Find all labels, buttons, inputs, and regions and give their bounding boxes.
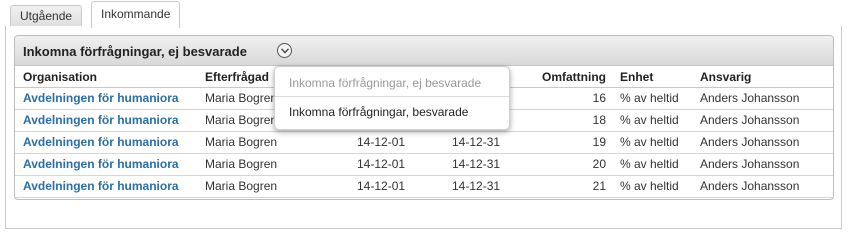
panel-header: Inkomna förfrågningar, ej besvarade [15, 36, 833, 66]
panel-title: Inkomna förfrågningar, ej besvarade [23, 44, 247, 59]
table-row[interactable]: Avdelningen för humaniora Maria Bogren 1… [15, 153, 833, 176]
start-date-cell: 14-12-01 [357, 131, 444, 154]
efterfragad-cell: Maria Bogren [197, 131, 357, 154]
ansvarig-cell: Anders Johansson [692, 153, 833, 176]
efterfragad-cell: Maria Bogren [197, 153, 357, 176]
ansvarig-cell: Anders Johansson [692, 175, 833, 198]
dropdown-option-answered[interactable]: Inkomna förfrågningar, besvarade [275, 98, 509, 126]
tab-utgaende[interactable]: Utgående [10, 5, 83, 27]
column-header-enhet[interactable]: Enhet [612, 67, 692, 88]
start-date-cell: 14-12-01 [357, 175, 444, 198]
ansvarig-cell: Anders Johansson [692, 109, 833, 132]
enhet-cell: % av heltid [612, 175, 692, 198]
omfattning-cell: 18 [532, 109, 612, 132]
start-date-cell: 14-12-01 [357, 153, 444, 176]
column-header-omfattning[interactable]: Omfattning [532, 67, 612, 88]
column-header-ansvarig[interactable]: Ansvarig [692, 67, 833, 88]
ansvarig-cell: Anders Johansson [692, 87, 833, 110]
efterfragad-cell: Maria Bogren [197, 175, 357, 198]
enhet-cell: % av heltid [612, 153, 692, 176]
ansvarig-cell: Anders Johansson [692, 131, 833, 154]
end-date-cell: 14-12-31 [444, 153, 532, 176]
omfattning-cell: 16 [532, 87, 612, 110]
omfattning-cell: 21 [532, 175, 612, 198]
omfattning-cell: 20 [532, 153, 612, 176]
organisation-link[interactable]: Avdelningen för humaniora [15, 175, 197, 198]
organisation-link[interactable]: Avdelningen för humaniora [15, 131, 197, 154]
organisation-link[interactable]: Avdelningen för humaniora [15, 109, 197, 132]
dropdown-current-option[interactable]: Inkomna förfrågningar, ej besvarade [275, 69, 509, 97]
view-filter-dropdown: Inkomna förfrågningar, ej besvarade Inko… [274, 66, 510, 130]
table-row[interactable]: Avdelningen för humaniora Maria Bogren 1… [15, 131, 833, 154]
end-date-cell: 14-12-31 [444, 175, 532, 198]
chevron-down-icon[interactable] [277, 43, 292, 58]
enhet-cell: % av heltid [612, 87, 692, 110]
omfattning-cell: 19 [532, 131, 612, 154]
organisation-link[interactable]: Avdelningen för humaniora [15, 153, 197, 176]
tab-inkommande[interactable]: Inkommande [91, 1, 181, 28]
organisation-link[interactable]: Avdelningen för humaniora [15, 87, 197, 110]
enhet-cell: % av heltid [612, 131, 692, 154]
enhet-cell: % av heltid [612, 109, 692, 132]
column-header-organisation[interactable]: Organisation [15, 67, 197, 88]
end-date-cell: 14-12-31 [444, 131, 532, 154]
table-row[interactable]: Avdelningen för humaniora Maria Bogren 1… [15, 175, 833, 198]
